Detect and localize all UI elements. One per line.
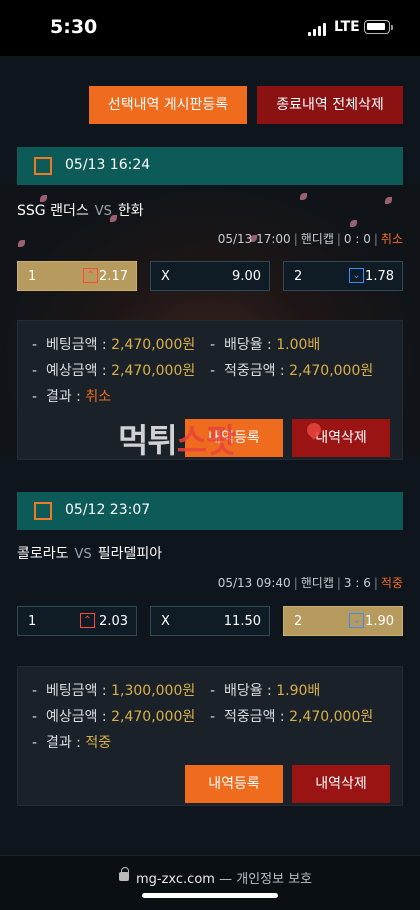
match-time: 05/13 17:00 [217, 232, 291, 246]
expected-amount: 2,470,000원 [111, 709, 196, 725]
arrow-down-icon: ⌄ [349, 268, 364, 283]
watermark-logo: 먹튀스팟 [118, 421, 236, 460]
odds-draw[interactable]: X 11.50 [150, 606, 270, 636]
arrow-up-icon: ⌃ [83, 268, 98, 283]
home-team: 콜로라도 [17, 546, 69, 562]
result-tag: 취소 [380, 232, 403, 246]
bet-card-header: 05/13 16:24 [17, 147, 403, 185]
post-selection-button[interactable]: 선택내역 게시판등록 [89, 86, 247, 124]
vs-label: VS [74, 547, 92, 562]
signal-icon [308, 22, 328, 36]
bet-details: - 베팅금액 : 1,300,000원 - 배당율 : 1.90배 - 예상금액… [17, 666, 403, 806]
url-bar[interactable]: mg-zxc.com — 개인정보 보호 [0, 855, 420, 910]
url-text: mg-zxc.com [136, 872, 215, 887]
privacy-label: — 개인정보 보호 [219, 872, 313, 887]
result-tag: 적중 [380, 576, 403, 590]
register-button[interactable]: 내역등록 [185, 765, 283, 803]
result-value: 적중 [85, 735, 112, 751]
score: 3 : 6 [343, 576, 371, 590]
network-label: LTE [334, 19, 360, 35]
match-time: 05/13 09:40 [217, 576, 291, 590]
battery-icon [364, 20, 390, 34]
odds-draw[interactable]: X 9.00 [150, 261, 270, 291]
won-amount: 2,470,000원 [289, 363, 374, 379]
odds-away[interactable]: 2 ⌄ 1.90 [283, 606, 403, 636]
vs-label: VS [94, 204, 112, 219]
status-time: 5:30 [50, 16, 98, 38]
select-checkbox[interactable] [34, 502, 52, 520]
odds-away[interactable]: 2 ⌄ 1.78 [283, 261, 403, 291]
status-bar: 5:30 LTE [0, 0, 420, 56]
bet-amount: 1,300,000원 [111, 683, 196, 699]
bet-amount: 2,470,000원 [111, 337, 196, 353]
away-team: 한화 [117, 203, 144, 219]
bet-card-header: 05/12 23:07 [17, 492, 403, 530]
select-checkbox[interactable] [34, 157, 52, 175]
home-indicator[interactable] [142, 893, 278, 898]
arrow-down-icon: ⌄ [349, 613, 364, 628]
odds-value: 1.00배 [276, 337, 321, 353]
match-meta: 05/13 17:00 | 핸디캡 | 0 : 0 | 취소 [217, 232, 403, 246]
expected-amount: 2,470,000원 [111, 363, 196, 379]
away-team: 필라델피아 [97, 546, 163, 562]
match-title: 콜로라도 VS 필라델피아 [17, 543, 162, 563]
match-meta: 05/13 09:40 | 핸디캡 | 3 : 6 | 적중 [217, 576, 403, 590]
arrow-up-icon: ⌃ [80, 613, 95, 628]
delete-all-button[interactable]: 종료내역 전체삭제 [257, 86, 403, 124]
bet-type: 핸디캡 [300, 232, 334, 246]
bet-type: 핸디캡 [300, 576, 334, 590]
bet-date: 05/13 16:24 [65, 157, 151, 173]
delete-button[interactable]: 내역삭제 [292, 419, 390, 457]
home-team: SSG 랜더스 [17, 203, 89, 219]
odds-home[interactable]: 1 ⌃ 2.17 [17, 261, 137, 291]
match-title: SSG 랜더스 VS 한화 [17, 200, 144, 220]
won-amount: 2,470,000원 [289, 709, 374, 725]
score: 0 : 0 [343, 232, 371, 246]
delete-button[interactable]: 내역삭제 [292, 765, 390, 803]
bet-date: 05/12 23:07 [65, 502, 151, 518]
odds-value: 1.90배 [276, 683, 321, 699]
odds-home[interactable]: 1 ⌃ 2.03 [17, 606, 137, 636]
result-value: 취소 [85, 389, 112, 405]
lock-icon [119, 867, 129, 881]
